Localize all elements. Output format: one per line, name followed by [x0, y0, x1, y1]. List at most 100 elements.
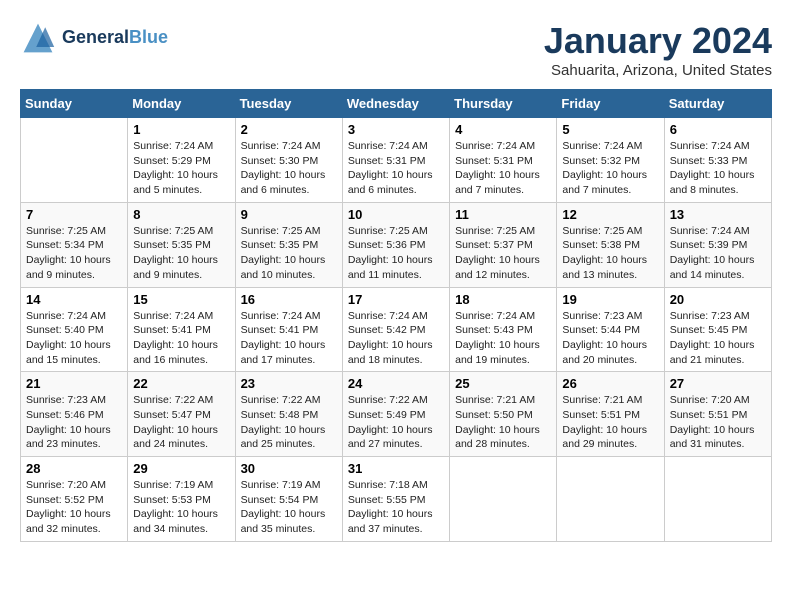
logo: GeneralBlue	[20, 20, 168, 56]
calendar-cell: 16 Sunrise: 7:24 AMSunset: 5:41 PMDayligh…	[235, 287, 342, 372]
header-day: Tuesday	[235, 90, 342, 118]
day-number: 26	[562, 376, 658, 391]
calendar-cell: 13Sunrise: 7:24 AMSunset: 5:39 PMDayligh…	[664, 202, 771, 287]
day-number: 28	[26, 461, 122, 476]
day-info: Sunrise: 7:25 AMSunset: 5:35 PMDaylight:…	[133, 224, 229, 283]
calendar-cell: 22 Sunrise: 7:22 AMSunset: 5:47 PMDayligh…	[128, 372, 235, 457]
calendar-cell: 15 Sunrise: 7:24 AMSunset: 5:41 PMDayligh…	[128, 287, 235, 372]
calendar-cell: 11 Sunrise: 7:25 AMSunset: 5:37 PMDayligh…	[450, 202, 557, 287]
day-info: Sunrise: 7:25 AMSunset: 5:36 PMDaylight:…	[348, 224, 444, 283]
calendar-cell: 25Sunrise: 7:21 AMSunset: 5:50 PMDayligh…	[450, 372, 557, 457]
calendar-cell	[664, 457, 771, 542]
calendar-cell: 29 Sunrise: 7:19 AMSunset: 5:53 PMDayligh…	[128, 457, 235, 542]
day-info: Sunrise: 7:19 AMSunset: 5:53 PMDaylight:…	[133, 478, 229, 537]
day-number: 3	[348, 122, 444, 137]
day-info: Sunrise: 7:25 AMSunset: 5:35 PMDaylight:…	[241, 224, 337, 283]
calendar-cell: 21 Sunrise: 7:23 AMSunset: 5:46 PMDayligh…	[21, 372, 128, 457]
day-info: Sunrise: 7:24 AMSunset: 5:42 PMDaylight:…	[348, 309, 444, 368]
calendar-week-row: 14 Sunrise: 7:24 AMSunset: 5:40 PMDayligh…	[21, 287, 772, 372]
calendar-cell: 6 Sunrise: 7:24 AMSunset: 5:33 PMDaylight…	[664, 118, 771, 203]
day-info: Sunrise: 7:25 AMSunset: 5:34 PMDaylight:…	[26, 224, 122, 283]
day-number: 21	[26, 376, 122, 391]
calendar-week-row: 1 Sunrise: 7:24 AMSunset: 5:29 PMDaylight…	[21, 118, 772, 203]
day-number: 23	[241, 376, 337, 391]
day-info: Sunrise: 7:24 AMSunset: 5:40 PMDaylight:…	[26, 309, 122, 368]
calendar-cell: 20 Sunrise: 7:23 AMSunset: 5:45 PMDayligh…	[664, 287, 771, 372]
day-number: 13	[670, 207, 766, 222]
day-info: Sunrise: 7:22 AMSunset: 5:48 PMDaylight:…	[241, 393, 337, 452]
day-number: 20	[670, 292, 766, 307]
calendar-cell: 31Sunrise: 7:18 AMSunset: 5:55 PMDayligh…	[342, 457, 449, 542]
day-info: Sunrise: 7:24 AMSunset: 5:29 PMDaylight:…	[133, 139, 229, 198]
calendar-cell: 27 Sunrise: 7:20 AMSunset: 5:51 PMDayligh…	[664, 372, 771, 457]
day-number: 15	[133, 292, 229, 307]
day-number: 29	[133, 461, 229, 476]
day-info: Sunrise: 7:21 AMSunset: 5:50 PMDaylight:…	[455, 393, 551, 452]
day-number: 27	[670, 376, 766, 391]
day-number: 1	[133, 122, 229, 137]
day-info: Sunrise: 7:25 AMSunset: 5:38 PMDaylight:…	[562, 224, 658, 283]
calendar-cell: 26Sunrise: 7:21 AMSunset: 5:51 PMDayligh…	[557, 372, 664, 457]
calendar-cell: 10 Sunrise: 7:25 AMSunset: 5:36 PMDayligh…	[342, 202, 449, 287]
day-number: 22	[133, 376, 229, 391]
calendar-cell: 8 Sunrise: 7:25 AMSunset: 5:35 PMDaylight…	[128, 202, 235, 287]
day-info: Sunrise: 7:24 AMSunset: 5:31 PMDaylight:…	[348, 139, 444, 198]
header-day: Saturday	[664, 90, 771, 118]
day-info: Sunrise: 7:18 AMSunset: 5:55 PMDaylight:…	[348, 478, 444, 537]
day-number: 9	[241, 207, 337, 222]
calendar-body: 1 Sunrise: 7:24 AMSunset: 5:29 PMDaylight…	[21, 118, 772, 542]
day-number: 17	[348, 292, 444, 307]
logo-icon	[20, 20, 56, 56]
day-number: 2	[241, 122, 337, 137]
calendar-cell: 4Sunrise: 7:24 AMSunset: 5:31 PMDaylight…	[450, 118, 557, 203]
title-block: January 2024 Sahuarita, Arizona, United …	[544, 20, 772, 79]
day-number: 6	[670, 122, 766, 137]
calendar-cell: 12 Sunrise: 7:25 AMSunset: 5:38 PMDayligh…	[557, 202, 664, 287]
calendar-cell: 7 Sunrise: 7:25 AMSunset: 5:34 PMDaylight…	[21, 202, 128, 287]
day-info: Sunrise: 7:20 AMSunset: 5:51 PMDaylight:…	[670, 393, 766, 452]
day-number: 12	[562, 207, 658, 222]
day-number: 5	[562, 122, 658, 137]
day-info: Sunrise: 7:19 AMSunset: 5:54 PMDaylight:…	[241, 478, 337, 537]
month-title: January 2024	[544, 20, 772, 62]
day-info: Sunrise: 7:20 AMSunset: 5:52 PMDaylight:…	[26, 478, 122, 537]
day-number: 8	[133, 207, 229, 222]
header-row: SundayMondayTuesdayWednesdayThursdayFrid…	[21, 90, 772, 118]
calendar-cell: 5 Sunrise: 7:24 AMSunset: 5:32 PMDaylight…	[557, 118, 664, 203]
day-info: Sunrise: 7:23 AMSunset: 5:46 PMDaylight:…	[26, 393, 122, 452]
day-info: Sunrise: 7:24 AMSunset: 5:32 PMDaylight:…	[562, 139, 658, 198]
day-number: 14	[26, 292, 122, 307]
calendar-cell	[450, 457, 557, 542]
day-info: Sunrise: 7:24 AMSunset: 5:41 PMDaylight:…	[133, 309, 229, 368]
calendar-cell: 18 Sunrise: 7:24 AMSunset: 5:43 PMDayligh…	[450, 287, 557, 372]
day-info: Sunrise: 7:23 AMSunset: 5:45 PMDaylight:…	[670, 309, 766, 368]
calendar-cell: 1 Sunrise: 7:24 AMSunset: 5:29 PMDaylight…	[128, 118, 235, 203]
day-number: 19	[562, 292, 658, 307]
page-header: GeneralBlue January 2024 Sahuarita, Ariz…	[20, 20, 772, 79]
day-number: 4	[455, 122, 551, 137]
calendar-cell: 14 Sunrise: 7:24 AMSunset: 5:40 PMDayligh…	[21, 287, 128, 372]
day-info: Sunrise: 7:24 AMSunset: 5:30 PMDaylight:…	[241, 139, 337, 198]
day-info: Sunrise: 7:24 AMSunset: 5:33 PMDaylight:…	[670, 139, 766, 198]
day-number: 18	[455, 292, 551, 307]
calendar-cell: 23 Sunrise: 7:22 AMSunset: 5:48 PMDayligh…	[235, 372, 342, 457]
day-number: 7	[26, 207, 122, 222]
calendar-cell: 24Sunrise: 7:22 AMSunset: 5:49 PMDayligh…	[342, 372, 449, 457]
day-info: Sunrise: 7:24 AMSunset: 5:43 PMDaylight:…	[455, 309, 551, 368]
calendar-header: SundayMondayTuesdayWednesdayThursdayFrid…	[21, 90, 772, 118]
header-day: Monday	[128, 90, 235, 118]
calendar-cell: 3 Sunrise: 7:24 AMSunset: 5:31 PMDaylight…	[342, 118, 449, 203]
calendar-table: SundayMondayTuesdayWednesdayThursdayFrid…	[20, 89, 772, 542]
day-number: 10	[348, 207, 444, 222]
calendar-cell	[21, 118, 128, 203]
header-day: Thursday	[450, 90, 557, 118]
calendar-cell: 2 Sunrise: 7:24 AMSunset: 5:30 PMDaylight…	[235, 118, 342, 203]
logo-text: GeneralBlue	[62, 28, 168, 48]
day-info: Sunrise: 7:25 AMSunset: 5:37 PMDaylight:…	[455, 224, 551, 283]
calendar-cell: 30Sunrise: 7:19 AMSunset: 5:54 PMDayligh…	[235, 457, 342, 542]
day-info: Sunrise: 7:23 AMSunset: 5:44 PMDaylight:…	[562, 309, 658, 368]
day-info: Sunrise: 7:24 AMSunset: 5:41 PMDaylight:…	[241, 309, 337, 368]
day-number: 16	[241, 292, 337, 307]
day-info: Sunrise: 7:22 AMSunset: 5:47 PMDaylight:…	[133, 393, 229, 452]
day-number: 11	[455, 207, 551, 222]
